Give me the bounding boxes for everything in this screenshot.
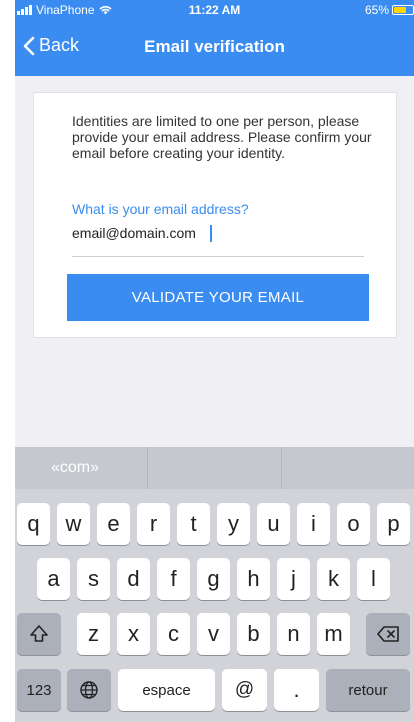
email-field[interactable]: [72, 225, 212, 241]
key-i[interactable]: i: [297, 503, 330, 545]
numbers-key[interactable]: 123: [17, 669, 61, 711]
page-title: Email verification: [144, 37, 285, 56]
key-z[interactable]: z: [77, 613, 110, 655]
key-n[interactable]: n: [277, 613, 310, 655]
app-screen: VinaPhone 11:22 AM 65% Back Email verifi…: [15, 0, 414, 722]
delete-key[interactable]: [366, 613, 410, 655]
key-r[interactable]: r: [137, 503, 170, 545]
validate-email-button[interactable]: VALIDATE YOUR EMAIL: [67, 274, 369, 321]
shift-icon: [30, 625, 48, 642]
suggestion-3[interactable]: [282, 447, 414, 489]
key-e[interactable]: e: [97, 503, 130, 545]
status-right: 65%: [365, 3, 414, 17]
suggestion-2[interactable]: [148, 447, 282, 489]
key-o[interactable]: o: [337, 503, 370, 545]
battery-icon: [392, 5, 414, 15]
key-b[interactable]: b: [237, 613, 270, 655]
suggestion-1[interactable]: «com»: [15, 447, 149, 489]
key-v[interactable]: v: [197, 613, 230, 655]
key-q[interactable]: q: [17, 503, 50, 545]
key-p[interactable]: p: [377, 503, 410, 545]
shift-key[interactable]: [17, 613, 61, 655]
key-y[interactable]: y: [217, 503, 250, 545]
key-k[interactable]: k: [317, 558, 350, 600]
keyboard-row-3: z x c v b n m: [15, 613, 414, 655]
key-d[interactable]: d: [117, 558, 150, 600]
space-key[interactable]: espace: [118, 669, 215, 711]
key-w[interactable]: w: [57, 503, 90, 545]
email-field-container: [72, 225, 364, 257]
key-f[interactable]: f: [157, 558, 190, 600]
navigation-bar: Back Email verification: [15, 20, 414, 76]
key-u[interactable]: u: [257, 503, 290, 545]
text-cursor: [210, 225, 212, 243]
globe-icon: [80, 681, 98, 699]
key-t[interactable]: t: [177, 503, 210, 545]
intro-text: Identities are limited to one per person…: [72, 113, 372, 161]
battery-percent: 65%: [364, 3, 389, 17]
key-j[interactable]: j: [277, 558, 310, 600]
key-g[interactable]: g: [197, 558, 230, 600]
status-time: 11:22 AM: [188, 3, 241, 17]
globe-key[interactable]: [67, 669, 111, 711]
key-a[interactable]: a: [37, 558, 70, 600]
key-m[interactable]: m: [317, 613, 350, 655]
return-key[interactable]: retour: [326, 669, 410, 711]
suggestion-bar: «com»: [15, 447, 414, 489]
keyboard-row-1: q w e r t y u i o p: [15, 503, 414, 545]
key-c[interactable]: c: [157, 613, 190, 655]
keyboard-row-4: 123 espace @ . retour: [15, 669, 414, 711]
email-question-label: What is your email address?: [72, 201, 249, 217]
dot-key[interactable]: .: [274, 669, 319, 711]
delete-icon: [377, 626, 399, 642]
keyboard-row-2: a s d f g h j k l: [15, 558, 414, 600]
at-key[interactable]: @: [222, 669, 267, 711]
key-l[interactable]: l: [357, 558, 390, 600]
keyboard: «com» q w e r t y u i o p a s d f g h j …: [15, 447, 414, 722]
key-s[interactable]: s: [77, 558, 110, 600]
key-h[interactable]: h: [237, 558, 270, 600]
verification-card: Identities are limited to one per person…: [33, 92, 397, 338]
key-x[interactable]: x: [117, 613, 150, 655]
status-bar: VinaPhone 11:22 AM 65%: [15, 0, 414, 20]
